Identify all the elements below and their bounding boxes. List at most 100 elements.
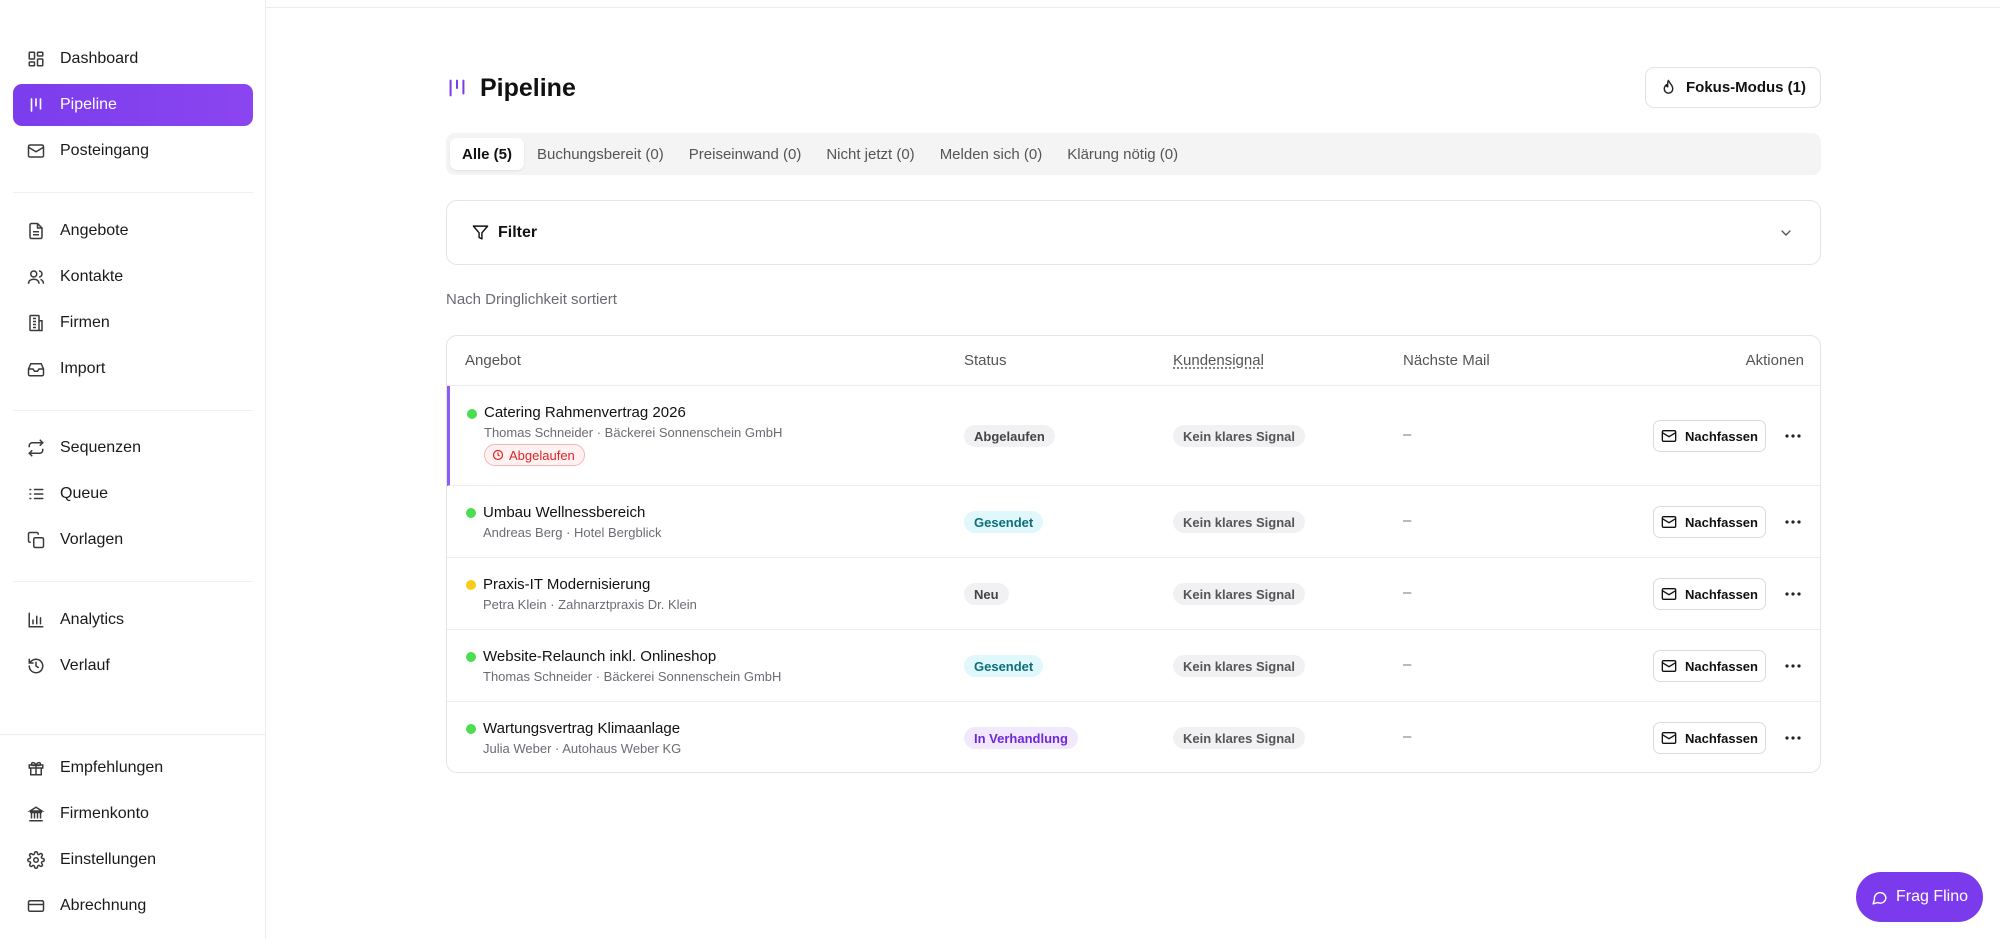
inbox-icon — [26, 359, 46, 379]
table-row[interactable]: Website-Relaunch inkl. Onlineshop Thomas… — [447, 630, 1820, 702]
chart-icon — [26, 610, 46, 630]
repeat-icon — [26, 438, 46, 458]
sidebar-group-main: Dashboard Pipeline Posteingang — [13, 38, 253, 176]
sidebar-divider — [0, 734, 266, 735]
page-title: Pipeline — [480, 73, 576, 102]
nachfassen-button[interactable]: Nachfassen — [1653, 578, 1766, 610]
sidebar-group-automation: Sequenzen Queue Vorlagen — [13, 427, 253, 565]
sidebar-item-label: Pipeline — [60, 96, 117, 113]
sidebar-item-label: Firmen — [60, 314, 110, 331]
next-mail-value: – — [1403, 656, 1412, 673]
sidebar-item-firmenkonto[interactable]: Firmenkonto — [13, 793, 253, 835]
filter-panel-toggle[interactable]: Filter — [446, 200, 1821, 265]
status-badge: In Verhandlung — [964, 727, 1078, 749]
more-options-icon[interactable] — [1781, 654, 1805, 678]
table-row[interactable]: Catering Rahmenvertrag 2026 Thomas Schne… — [447, 386, 1820, 486]
column-header-angebot: Angebot — [465, 352, 521, 369]
building-icon — [26, 313, 46, 333]
tab-nicht-jetzt[interactable]: Nicht jetzt (0) — [814, 138, 926, 170]
sidebar-item-firmen[interactable]: Firmen — [13, 302, 253, 344]
document-icon — [26, 221, 46, 241]
pipeline-icon — [446, 77, 468, 99]
history-icon — [26, 656, 46, 676]
nachfassen-label: Nachfassen — [1685, 730, 1758, 746]
fokus-mode-label: Fokus-Modus (1) — [1686, 79, 1806, 96]
sidebar-item-label: Kontakte — [60, 268, 124, 285]
sidebar-group-sales: Angebote Kontakte Firmen Import — [13, 210, 253, 394]
next-mail-value: – — [1403, 426, 1412, 443]
sidebar-item-label: Analytics — [60, 611, 125, 628]
tab-alle[interactable]: Alle (5) — [450, 138, 525, 170]
tab-klaerung-noetig[interactable]: Klärung nötig (0) — [1055, 138, 1190, 170]
nachfassen-button[interactable]: Nachfassen — [1653, 650, 1766, 682]
sort-note: Nach Dringlichkeit sortiert — [446, 291, 617, 308]
sidebar-item-vorlagen[interactable]: Vorlagen — [13, 519, 253, 561]
table-row[interactable]: Praxis-IT Modernisierung Petra Klein · Z… — [447, 558, 1820, 630]
sidebar-item-label: Sequenzen — [60, 439, 141, 456]
sidebar-item-angebote[interactable]: Angebote — [13, 210, 253, 252]
nachfassen-button[interactable]: Nachfassen — [1653, 420, 1766, 452]
status-tabs: Alle (5) Buchungsbereit (0) Preiseinwand… — [446, 133, 1821, 175]
status-badge: Gesendet — [964, 655, 1044, 677]
sidebar-item-label: Posteingang — [60, 142, 149, 159]
expired-warning-badge: Abgelaufen — [484, 444, 585, 466]
offer-subtitle: Thomas Schneider · Bäckerei Sonnenschein… — [484, 425, 783, 440]
offer-title[interactable]: Praxis-IT Modernisierung — [483, 576, 650, 593]
filter-icon — [472, 224, 489, 241]
top-border — [266, 7, 2000, 8]
sidebar-item-einstellungen[interactable]: Einstellungen — [13, 839, 253, 881]
sidebar-item-analytics[interactable]: Analytics — [13, 599, 253, 641]
more-options-icon[interactable] — [1781, 510, 1805, 534]
chat-bubble-icon — [1871, 889, 1888, 906]
offer-title[interactable]: Umbau Wellnessbereich — [483, 504, 645, 521]
sidebar-item-label: Vorlagen — [60, 531, 124, 548]
flame-icon — [1660, 79, 1677, 96]
column-header-status: Status — [964, 352, 1007, 369]
sidebar-group-insights: Analytics Verlauf — [13, 599, 253, 691]
sidebar-item-label: Verlauf — [60, 657, 110, 674]
sidebar-item-dashboard[interactable]: Dashboard — [13, 38, 253, 80]
sidebar-item-verlauf[interactable]: Verlauf — [13, 645, 253, 687]
tab-preiseinwand[interactable]: Preiseinwand (0) — [677, 138, 814, 170]
sidebar-item-queue[interactable]: Queue — [13, 473, 253, 515]
sidebar-item-abrechnung[interactable]: Abrechnung — [13, 885, 253, 927]
sidebar-item-sequenzen[interactable]: Sequenzen — [13, 427, 253, 469]
offer-subtitle: Petra Klein · Zahnarztpraxis Dr. Klein — [483, 597, 697, 612]
clock-icon — [492, 449, 504, 461]
nachfassen-button[interactable]: Nachfassen — [1653, 722, 1766, 754]
sidebar-item-empfehlungen[interactable]: Empfehlungen — [13, 747, 253, 789]
more-options-icon[interactable] — [1781, 424, 1805, 448]
sidebar-item-import[interactable]: Import — [13, 348, 253, 390]
ask-assistant-button[interactable]: Frag Flino — [1856, 872, 1983, 922]
ask-assistant-label: Frag Flino — [1895, 888, 1969, 905]
more-options-icon[interactable] — [1781, 726, 1805, 750]
sidebar-divider — [13, 581, 253, 582]
sidebar-item-kontakte[interactable]: Kontakte — [13, 256, 253, 298]
bank-icon — [26, 804, 46, 824]
page-header: Pipeline Fokus-Modus (1) — [446, 66, 1821, 110]
mail-icon — [26, 141, 46, 161]
offer-title[interactable]: Wartungsvertrag Klimaanlage — [483, 720, 680, 737]
signal-badge: Kein klares Signal — [1173, 583, 1305, 605]
table-row[interactable]: Umbau Wellnessbereich Andreas Berg · Hot… — [447, 486, 1820, 558]
sidebar-item-label: Einstellungen — [60, 851, 157, 868]
signal-badge: Kein klares Signal — [1173, 425, 1305, 447]
tab-melden-sich[interactable]: Melden sich (0) — [928, 138, 1055, 170]
nachfassen-button[interactable]: Nachfassen — [1653, 506, 1766, 538]
more-options-icon[interactable] — [1781, 582, 1805, 606]
sidebar-item-posteingang[interactable]: Posteingang — [13, 130, 253, 172]
status-dot — [466, 580, 476, 590]
status-dot — [466, 724, 476, 734]
nachfassen-label: Nachfassen — [1685, 658, 1758, 674]
sidebar-item-label: Dashboard — [60, 50, 139, 67]
tab-buchungsbereit[interactable]: Buchungsbereit (0) — [525, 138, 676, 170]
offer-title[interactable]: Website-Relaunch inkl. Onlineshop — [483, 648, 716, 665]
signal-badge: Kein klares Signal — [1173, 727, 1305, 749]
mail-icon — [1661, 658, 1677, 674]
sidebar-item-pipeline[interactable]: Pipeline — [13, 84, 253, 126]
offer-title[interactable]: Catering Rahmenvertrag 2026 — [484, 404, 686, 421]
fokus-mode-button[interactable]: Fokus-Modus (1) — [1645, 67, 1821, 108]
offer-subtitle: Thomas Schneider · Bäckerei Sonnenschein… — [483, 669, 782, 684]
sidebar-divider — [13, 192, 253, 193]
table-row[interactable]: Wartungsvertrag Klimaanlage Julia Weber … — [447, 702, 1820, 772]
